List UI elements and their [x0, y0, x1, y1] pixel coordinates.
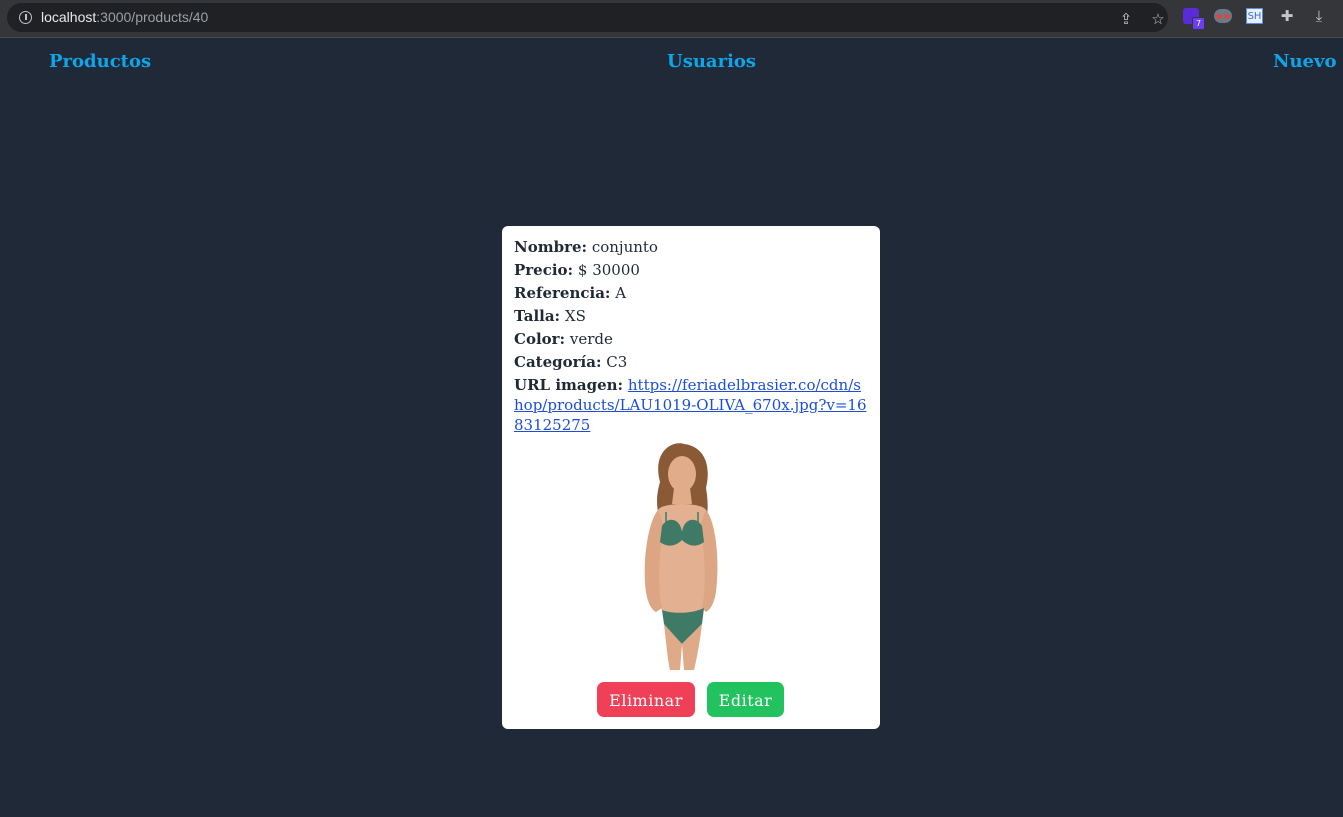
color-label: Color:	[514, 330, 566, 348]
nav-link-nuevo[interactable]: Nuevo	[1273, 51, 1336, 72]
product-image-url-row: URL imagen: https://feriadelbrasier.co/c…	[514, 375, 868, 435]
image-url-label: URL imagen:	[514, 376, 624, 394]
edit-button[interactable]: Editar	[707, 682, 784, 717]
product-price: $ 30000	[577, 261, 640, 279]
product-card: Nombre: conjunto Precio: $ 30000 Referen…	[502, 226, 880, 729]
browser-toolbar: localhost:3000/products/40 ⇪ ☆ 7 SH ✚ ⤓	[0, 0, 1343, 38]
reference-label: Referencia:	[514, 284, 611, 302]
address-bar[interactable]: localhost:3000/products/40 ⇪ ☆	[7, 3, 1168, 32]
product-name-row: Nombre: conjunto	[514, 236, 868, 259]
bookmark-star-icon[interactable]: ☆	[1150, 11, 1166, 27]
url-path: :3000/products/40	[96, 9, 209, 25]
sh-extension-icon[interactable]: SH	[1246, 8, 1263, 24]
product-image	[622, 442, 740, 670]
product-size-row: Talla: XS	[514, 305, 868, 328]
extensions-puzzle-icon[interactable]: ✚	[1279, 8, 1295, 24]
delete-button[interactable]: Eliminar	[597, 682, 695, 717]
product-price-row: Precio: $ 30000	[514, 259, 868, 282]
download-icon[interactable]: ⤓	[1311, 8, 1327, 24]
product-size: XS	[564, 307, 586, 325]
name-label: Nombre:	[514, 238, 588, 256]
product-color: verde	[569, 330, 613, 348]
size-label: Talla:	[514, 307, 561, 325]
nav-link-usuarios[interactable]: Usuarios	[667, 51, 756, 72]
share-icon[interactable]: ⇪	[1118, 11, 1134, 27]
product-category: C3	[606, 353, 628, 371]
category-label: Categoría:	[514, 353, 602, 371]
extension-badge: 7	[1192, 17, 1205, 30]
url-host: localhost	[41, 9, 97, 25]
product-color-row: Color: verde	[514, 328, 868, 351]
price-label: Precio:	[514, 261, 574, 279]
extension-icon[interactable]: 7	[1183, 8, 1205, 30]
nav-link-productos[interactable]: Productos	[49, 51, 151, 72]
url-text[interactable]: localhost:3000/products/40	[41, 9, 208, 25]
spy-extension-icon[interactable]	[1214, 9, 1232, 23]
product-reference: A	[615, 284, 627, 302]
product-reference-row: Referencia: A	[514, 282, 868, 305]
info-icon[interactable]	[19, 11, 32, 24]
product-name: conjunto	[591, 238, 658, 256]
product-category-row: Categoría: C3	[514, 351, 868, 374]
